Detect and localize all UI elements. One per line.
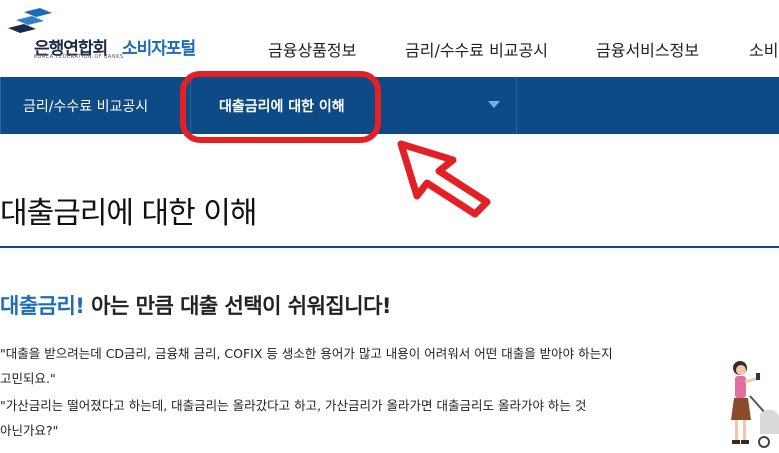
portal-name: 소비자포털	[122, 39, 196, 59]
dropdown-caret-icon[interactable]	[488, 101, 500, 108]
top-nav-consumer[interactable]: 소비	[749, 37, 778, 61]
page-title: 대출금리에 대한 이해	[0, 196, 257, 231]
annotation-highlight-box	[180, 71, 381, 143]
quote-paragraph-line: "가산금리는 떨어졌다고 하는데, 대출금리는 올라갔다고 하고, 가산금리가 …	[0, 398, 587, 413]
section-headline: 대출금리! 아는 만큼 대출 선택이 쉬워집니다!	[0, 290, 391, 320]
brand-subtitle: KOREA FEDERATION OF BANKS	[34, 54, 124, 60]
top-nav-financial-services[interactable]: 금융서비스정보	[596, 37, 699, 61]
annotation-arrow-icon	[397, 140, 491, 218]
woman-with-stroller-illustration	[731, 361, 779, 448]
subnav-divider	[0, 77, 1, 134]
quote-paragraph-line: 아닌가요?"	[0, 423, 59, 438]
quote-paragraph-line: 고민되요."	[0, 371, 56, 386]
quote-paragraph-line: "대출을 받으려는데 CD금리, 금융채 금리, COFIX 등 생소한 용어가…	[0, 346, 613, 361]
top-nav-financial-products[interactable]: 금융상품정보	[268, 37, 356, 61]
site-logo[interactable]: 은행연합회 KOREA FEDERATION OF BANKS 소비자포털	[6, 8, 216, 68]
top-nav-rate-comparison[interactable]: 금리/수수료 비교공시	[405, 37, 548, 61]
headline-accent: 대출금리!	[0, 294, 85, 318]
site-header: 은행연합회 KOREA FEDERATION OF BANKS 소비자포털 금융…	[0, 0, 779, 77]
subnav-divider	[516, 77, 517, 134]
title-divider	[0, 246, 779, 248]
sub-navigation-bar: 금리/수수료 비교공시 대출금리에 대한 이해	[0, 77, 779, 134]
headline-text: 아는 만큼 대출 선택이 쉬워집니다!	[84, 294, 391, 318]
subnav-section-link[interactable]: 금리/수수료 비교공시	[23, 96, 148, 116]
